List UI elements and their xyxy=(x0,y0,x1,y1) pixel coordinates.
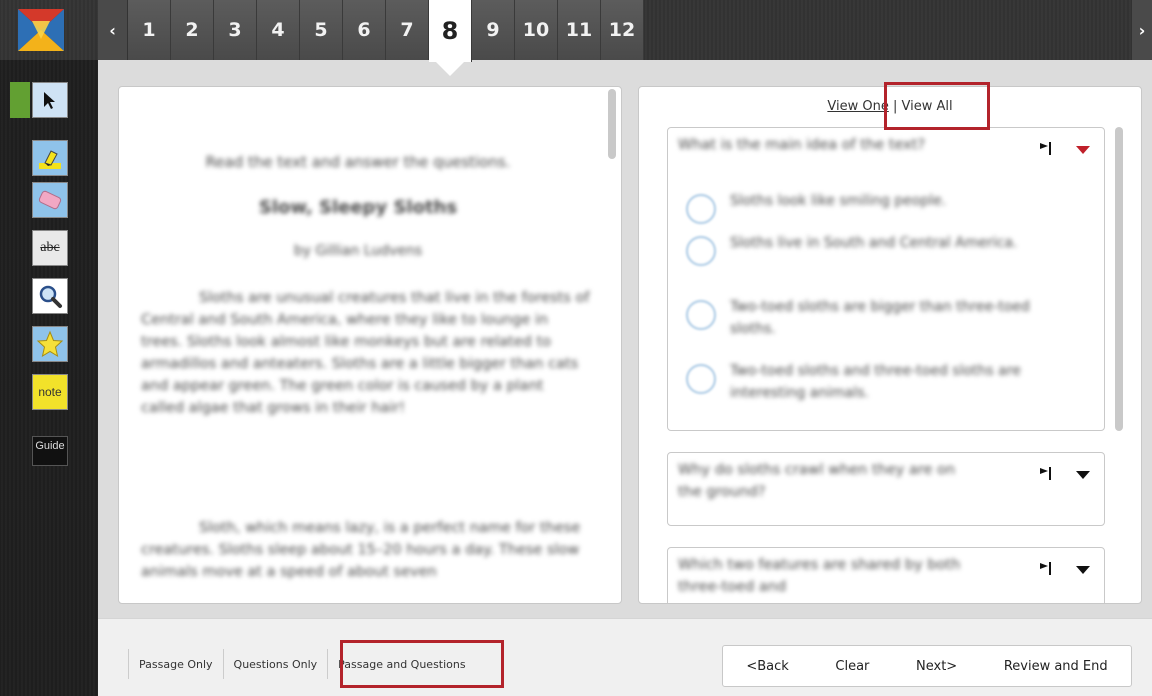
question-tab-8-active[interactable]: 8 xyxy=(429,0,472,76)
question-stem: Which two features are shared by both th… xyxy=(678,557,961,595)
answer-option[interactable]: Two-toed sloths and three-toed sloths ar… xyxy=(686,358,1086,408)
strikethrough-tool[interactable]: abc xyxy=(32,230,68,266)
question-card[interactable]: Why do sloths crawl when they are on the… xyxy=(667,452,1105,526)
answer-option-text: Two-toed sloths and three-toed sloths ar… xyxy=(730,363,1021,401)
chevron-left-icon: ‹ xyxy=(109,20,116,40)
question-tab-11[interactable]: 11 xyxy=(558,0,601,60)
questions-only-button[interactable]: Questions Only xyxy=(222,649,328,679)
view-all-highlight xyxy=(884,82,990,130)
bottom-bar: Passage Only Questions Only Passage and … xyxy=(98,618,1152,696)
question-card: What is the main idea of the text? Sloth… xyxy=(667,127,1105,431)
question-tab-2[interactable]: 2 xyxy=(171,0,214,60)
question-tab-5[interactable]: 5 xyxy=(300,0,343,60)
review-and-end-button[interactable]: Review and End xyxy=(1004,659,1108,674)
pointer-tool[interactable] xyxy=(32,82,68,118)
logo-icon xyxy=(18,9,64,51)
navigation-buttons: <Back Clear Next> Review and End xyxy=(722,645,1132,687)
question-tab-10[interactable]: 10 xyxy=(515,0,558,60)
magnifier-icon xyxy=(39,285,62,308)
questions-panel: View One | View All What is the main ide… xyxy=(638,86,1142,604)
passage-panel: Read the text and answer the questions. … xyxy=(118,86,622,604)
active-tool-indicator xyxy=(10,82,30,118)
note-tool[interactable]: note xyxy=(32,374,68,410)
clear-button[interactable]: Clear xyxy=(835,659,869,674)
radio-button[interactable] xyxy=(686,300,716,330)
passage-and-questions-highlight xyxy=(340,640,504,688)
passage-only-button[interactable]: Passage Only xyxy=(128,649,223,679)
question-tab-7[interactable]: 7 xyxy=(386,0,429,60)
flag-icon[interactable] xyxy=(1038,560,1054,576)
passage-scrollbar[interactable] xyxy=(608,89,616,159)
questions-scrollbar[interactable] xyxy=(1115,127,1123,431)
app-logo xyxy=(12,6,70,54)
next-button[interactable]: Next> xyxy=(916,659,957,674)
answer-option[interactable]: Two-toed sloths are bigger than three-to… xyxy=(686,294,1086,344)
radio-button[interactable] xyxy=(686,236,716,266)
highlighter-icon xyxy=(39,150,61,169)
flag-icon[interactable] xyxy=(1038,140,1054,156)
eraser-tool[interactable] xyxy=(32,182,68,218)
flag-icon[interactable] xyxy=(1038,465,1054,481)
arrow-pointer-icon xyxy=(44,92,55,109)
question-card[interactable]: Which two features are shared by both th… xyxy=(667,547,1105,603)
expand-arrow-icon[interactable] xyxy=(1076,566,1090,574)
eraser-icon xyxy=(38,190,62,210)
radio-button[interactable] xyxy=(686,194,716,224)
question-tab-1[interactable]: 1 xyxy=(128,0,171,60)
magnifier-tool[interactable] xyxy=(32,278,68,314)
question-stem: What is the main idea of the text? xyxy=(678,137,926,153)
passage-author: by Gillian Ludvens xyxy=(293,243,423,259)
question-tab-12[interactable]: 12 xyxy=(601,0,644,60)
question-number-tabs: ‹ 1 2 3 4 5 6 7 8 9 10 11 12 xyxy=(98,0,644,76)
question-nav-bar: ‹ 1 2 3 4 5 6 7 8 9 10 11 12 › xyxy=(0,0,1152,76)
answer-option-text: Two-toed sloths are bigger than three-to… xyxy=(730,299,1030,337)
test-player: ‹ 1 2 3 4 5 6 7 8 9 10 11 12 › abc note … xyxy=(0,0,1152,696)
answer-option-text: Sloths look like smiling people. xyxy=(730,193,947,209)
star-icon xyxy=(36,330,64,358)
question-stem: Why do sloths crawl when they are on the… xyxy=(678,462,956,500)
back-button[interactable]: <Back xyxy=(746,659,788,674)
passage-paragraph-2: Sloth, which means lazy, is a perfect na… xyxy=(141,520,581,580)
expand-arrow-icon[interactable] xyxy=(1076,471,1090,479)
question-tab-9[interactable]: 9 xyxy=(472,0,515,60)
next-questions-button[interactable]: › xyxy=(1132,0,1152,60)
tool-palette: abc note Guide xyxy=(0,60,98,696)
radio-button[interactable] xyxy=(686,364,716,394)
question-tab-4[interactable]: 4 xyxy=(257,0,300,60)
collapse-arrow-icon[interactable] xyxy=(1076,146,1090,154)
answer-option[interactable]: Sloths live in South and Central America… xyxy=(686,230,1086,280)
previous-questions-button[interactable]: ‹ xyxy=(98,0,128,60)
view-one-link[interactable]: View One xyxy=(827,99,888,114)
answer-option-text: Sloths live in South and Central America… xyxy=(730,235,1018,251)
passage-title: Slow, Sleepy Sloths xyxy=(258,197,458,218)
question-tab-3[interactable]: 3 xyxy=(214,0,257,60)
question-tab-6[interactable]: 6 xyxy=(343,0,386,60)
chevron-right-icon: › xyxy=(1138,20,1146,40)
passage-instructions: Read the text and answer the questions. xyxy=(205,153,511,171)
star-tool[interactable] xyxy=(32,326,68,362)
passage-paragraph-1: Sloths are unusual creatures that live i… xyxy=(141,290,590,416)
highlighter-tool[interactable] xyxy=(32,140,68,176)
guide-tool[interactable]: Guide xyxy=(32,436,68,466)
